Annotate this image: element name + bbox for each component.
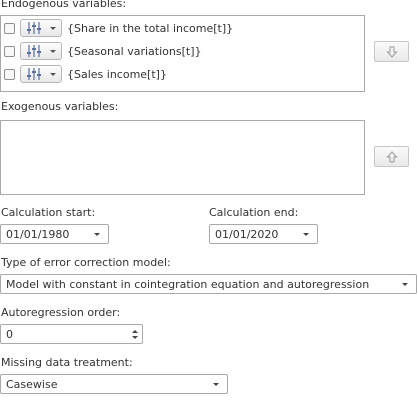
chevron-down-icon — [50, 26, 56, 30]
endogenous-list[interactable]: {Share in the total income[t]} {Seasonal… — [0, 15, 365, 92]
chevron-down-icon — [50, 72, 56, 76]
variable-name: {Seasonal variations[t]} — [67, 44, 202, 58]
item-checkbox[interactable] — [4, 22, 15, 34]
sliders-icon — [27, 45, 41, 57]
sliders-icon — [27, 22, 41, 34]
variable-name: {Sales income[t]} — [67, 67, 167, 81]
chevron-down-icon — [94, 232, 100, 236]
move-down-button[interactable] — [374, 41, 409, 62]
calc-start-label: Calculation start: — [1, 206, 96, 219]
variable-name: {Share in the total income[t]} — [67, 21, 234, 35]
endogenous-label: Endogenous variables: — [1, 0, 127, 10]
list-item[interactable]: {Share in the total income[t]} — [1, 18, 233, 38]
missing-data-label: Missing data treatment: — [1, 356, 133, 369]
autoregression-value: 0 — [6, 327, 13, 341]
item-checkbox[interactable] — [4, 45, 15, 57]
missing-data-value: Casewise — [6, 377, 58, 391]
error-model-select[interactable]: Model with constant in cointegration equ… — [0, 274, 417, 294]
calc-end-value: 01/01/2020 — [215, 227, 279, 241]
exogenous-label: Exogenous variables: — [1, 100, 119, 113]
transform-button[interactable] — [20, 19, 62, 37]
arrow-up-icon — [385, 150, 398, 162]
calc-start-value: 01/01/1980 — [6, 227, 70, 241]
list-item[interactable]: {Sales income[t]} — [1, 64, 167, 84]
transform-button[interactable] — [20, 65, 62, 83]
item-checkbox[interactable] — [4, 68, 15, 80]
chevron-down-icon — [402, 282, 408, 286]
error-model-label: Type of error correction model: — [1, 256, 171, 269]
calc-end-label: Calculation end: — [209, 206, 299, 219]
exogenous-list[interactable] — [0, 120, 365, 195]
missing-data-select[interactable]: Casewise — [0, 374, 228, 394]
autoregression-stepper[interactable]: 0 — [0, 324, 143, 344]
transform-button[interactable] — [20, 42, 62, 60]
stepper-up-icon[interactable] — [132, 329, 138, 333]
sliders-icon — [27, 68, 41, 80]
calc-end-picker[interactable]: 01/01/2020 — [209, 224, 318, 244]
chevron-down-icon — [50, 49, 56, 53]
chevron-down-icon — [303, 232, 309, 236]
error-model-value: Model with constant in cointegration equ… — [6, 277, 370, 291]
arrow-down-icon — [385, 46, 398, 58]
autoregression-label: Autoregression order: — [1, 306, 121, 319]
chevron-down-icon — [213, 382, 219, 386]
calc-start-picker[interactable]: 01/01/1980 — [0, 224, 109, 244]
stepper-down-icon[interactable] — [132, 335, 138, 339]
move-up-button[interactable] — [374, 146, 409, 167]
list-item[interactable]: {Seasonal variations[t]} — [1, 41, 201, 61]
